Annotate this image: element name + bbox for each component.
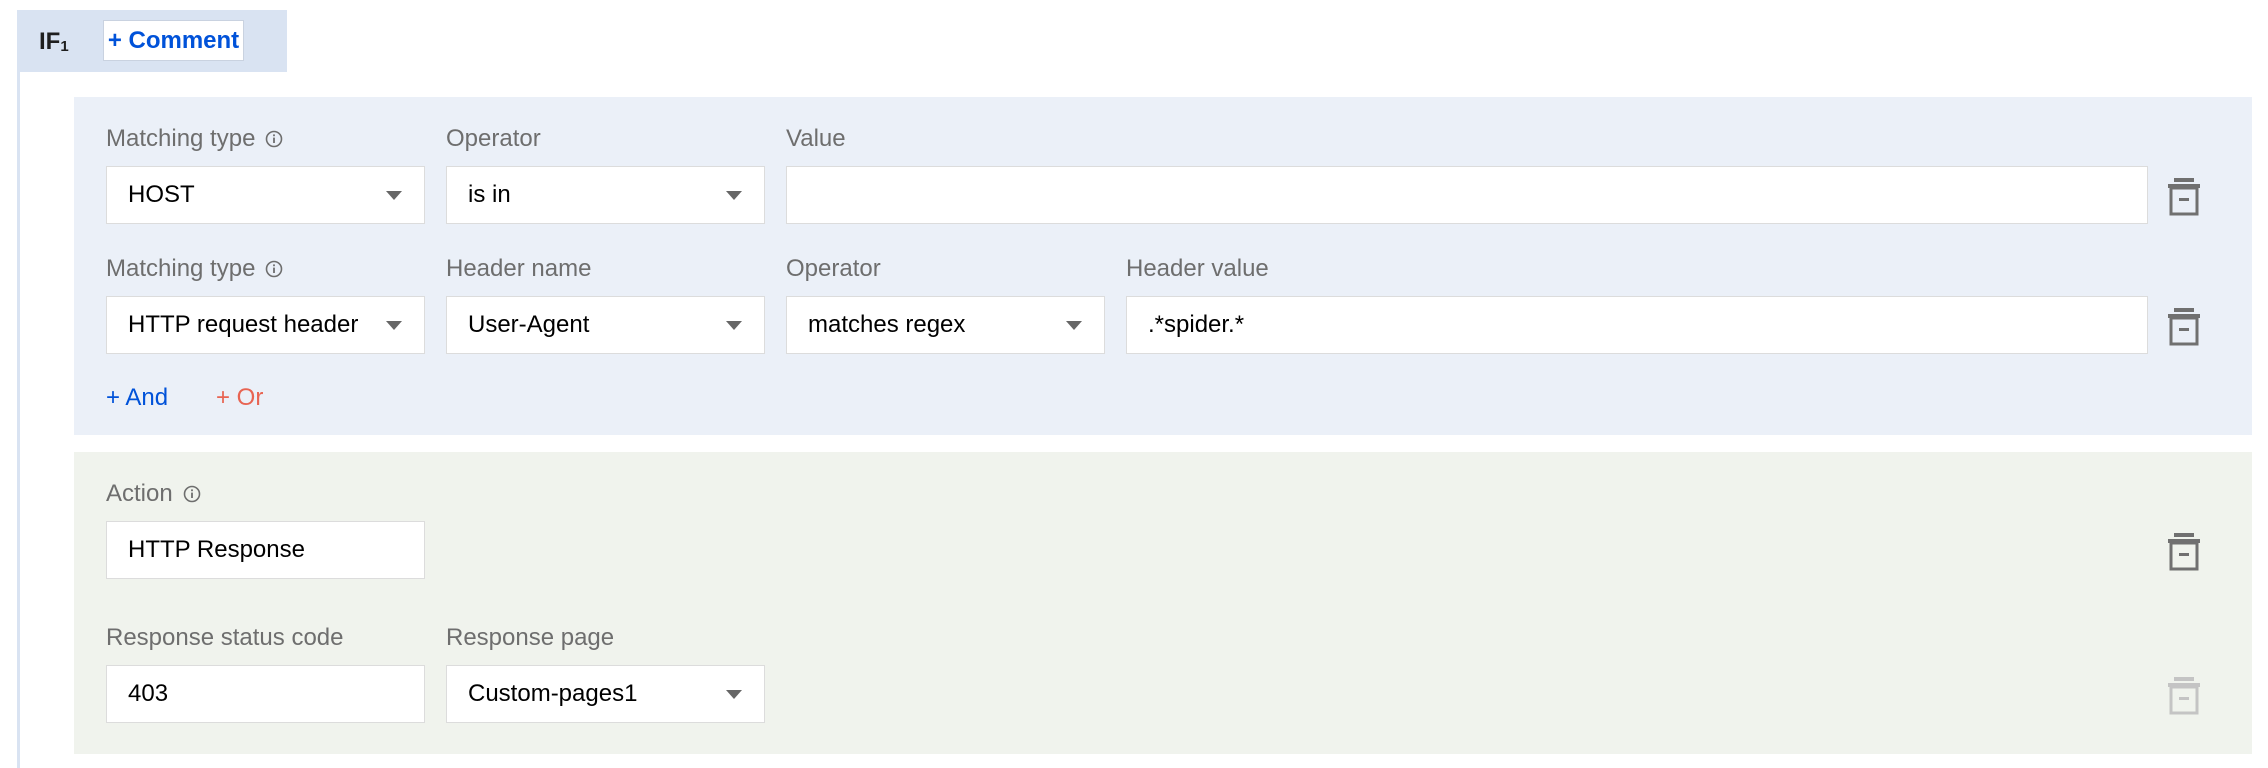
action-label: Action bbox=[106, 480, 201, 508]
rule-connector-line bbox=[17, 72, 20, 768]
action-field[interactable]: HTTP Response bbox=[106, 521, 425, 579]
response-status-code-input[interactable]: 403 bbox=[106, 665, 425, 723]
trash-icon bbox=[2168, 308, 2200, 346]
trash-icon bbox=[2168, 677, 2200, 715]
delete-response-button bbox=[2167, 675, 2201, 715]
chevron-down-icon bbox=[726, 320, 742, 330]
header-value-label: Header value bbox=[1126, 255, 1269, 282]
rule-header: IF1 + Comment bbox=[17, 10, 287, 72]
header-name-select[interactable]: User-Agent bbox=[446, 296, 765, 354]
add-and-condition-link[interactable]: + And bbox=[106, 384, 168, 412]
chevron-down-icon bbox=[1066, 320, 1082, 330]
chevron-down-icon bbox=[726, 689, 742, 699]
matching-type-select[interactable]: HTTP request header bbox=[106, 296, 425, 354]
value-label: Value bbox=[786, 125, 846, 152]
matching-type-label: Matching type bbox=[106, 255, 283, 283]
header-value-input[interactable]: .*spider.* bbox=[1126, 296, 2148, 354]
header-name-label: Header name bbox=[446, 255, 592, 282]
operator-label: Operator bbox=[786, 255, 881, 282]
info-icon[interactable] bbox=[183, 485, 201, 503]
info-icon[interactable] bbox=[265, 260, 283, 278]
operator-select[interactable]: matches regex bbox=[786, 296, 1105, 354]
delete-condition-button[interactable] bbox=[2167, 306, 2201, 346]
operator-label: Operator bbox=[446, 125, 541, 152]
value-input[interactable] bbox=[786, 166, 2148, 224]
trash-icon bbox=[2168, 178, 2200, 216]
trash-icon bbox=[2168, 533, 2200, 571]
matching-type-label: Matching type bbox=[106, 125, 283, 153]
add-comment-button[interactable]: + Comment bbox=[103, 20, 244, 61]
if-index: 1 bbox=[60, 38, 69, 55]
response-page-label: Response page bbox=[446, 624, 615, 651]
chevron-down-icon bbox=[726, 190, 742, 200]
chevron-down-icon bbox=[386, 190, 402, 200]
delete-action-button[interactable] bbox=[2167, 531, 2201, 571]
add-or-condition-link[interactable]: + Or bbox=[216, 384, 263, 412]
if-label: IF1 bbox=[39, 28, 69, 55]
response-page-select[interactable]: Custom-pages1 bbox=[446, 665, 765, 723]
chevron-down-icon bbox=[386, 320, 402, 330]
info-icon[interactable] bbox=[265, 130, 283, 148]
operator-select[interactable]: is in bbox=[446, 166, 765, 224]
response-status-code-label: Response status code bbox=[106, 624, 344, 651]
delete-condition-button[interactable] bbox=[2167, 176, 2201, 216]
matching-type-select[interactable]: HOST bbox=[106, 166, 425, 224]
